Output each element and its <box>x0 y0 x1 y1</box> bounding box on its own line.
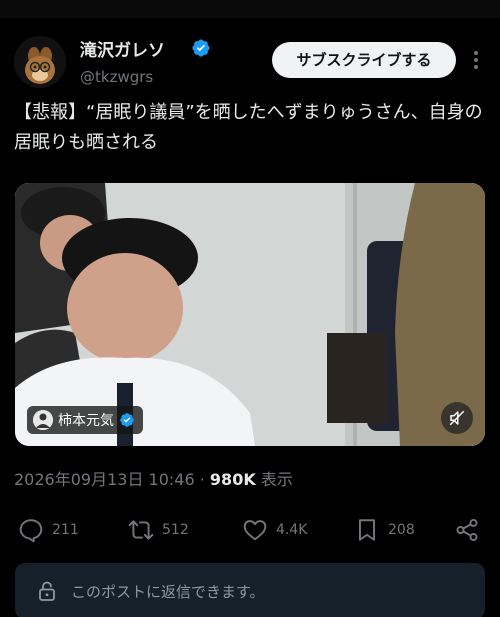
repost-count: 512 <box>162 522 189 538</box>
subscribe-button[interactable]: サブスクライブする <box>272 42 456 78</box>
share-button[interactable] <box>454 510 480 550</box>
avatar[interactable] <box>14 36 66 88</box>
verified-badge-icon <box>192 39 210 57</box>
tweet-video[interactable]: 柿本元気 <box>15 183 485 446</box>
views-label: 表示 <box>260 470 293 489</box>
tagged-verified-icon <box>120 413 134 427</box>
share-icon <box>456 518 478 542</box>
like-count: 4.4K <box>276 522 308 538</box>
tagged-user-avatar <box>33 410 53 430</box>
reply-notice-text: このポストに返信できます。 <box>71 582 265 601</box>
repost-icon <box>128 520 154 540</box>
author-handle[interactable]: @tkzwgrs <box>80 68 153 86</box>
repost-button[interactable]: 512 <box>128 510 189 550</box>
lock-icon <box>39 581 55 601</box>
tweet-meta: 2026年09月13日 10:46 · 980K 表示 <box>14 466 293 490</box>
tagged-user-name: 柿本元気 <box>58 413 114 429</box>
reply-icon <box>19 519 43 543</box>
bookmark-button[interactable]: 208 <box>354 510 415 550</box>
mute-icon[interactable] <box>441 402 473 434</box>
reply-count: 211 <box>52 522 79 538</box>
tagged-user-chip[interactable]: 柿本元気 <box>27 406 143 434</box>
post-datetime[interactable]: 2026年09月13日 10:46 <box>14 470 195 489</box>
status-strip <box>0 0 500 18</box>
action-bar: 211 512 4.4K 208 <box>14 510 486 550</box>
more-options-icon[interactable] <box>462 44 490 76</box>
meta-separator: · <box>199 470 205 489</box>
heart-icon <box>243 520 267 541</box>
tweet-text: 【悲報】“居眠り議員”を晒したへずまりゅうさん、自身の居眠りも晒される <box>14 102 483 153</box>
author-name[interactable]: 滝沢ガレソ <box>80 36 165 61</box>
reply-button[interactable]: 211 <box>18 510 79 550</box>
bookmark-count: 208 <box>388 522 415 538</box>
reply-notice[interactable]: このポストに返信できます。 <box>15 563 485 617</box>
tweet-header: 滝沢ガレソ @tkzwgrs サブスクライブする <box>14 30 486 90</box>
views-count[interactable]: 980K <box>210 470 256 489</box>
like-button[interactable]: 4.4K <box>242 510 307 550</box>
bookmark-icon <box>358 519 376 541</box>
